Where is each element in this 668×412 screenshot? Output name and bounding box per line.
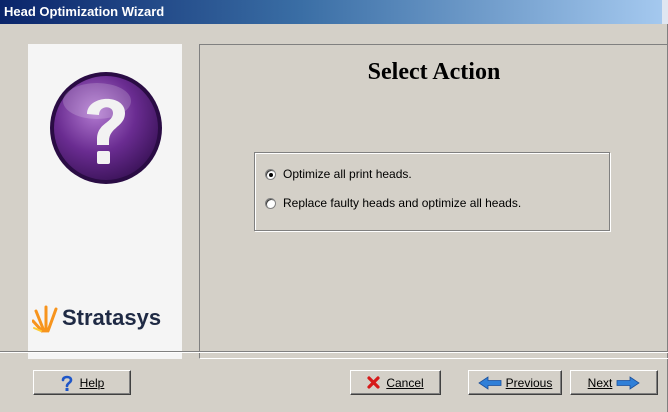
- help-button[interactable]: Help: [33, 370, 131, 395]
- wizard-side-panel: Stratasys: [28, 44, 182, 359]
- option-optimize-all[interactable]: Optimize all print heads.: [265, 167, 412, 181]
- option-replace-faulty[interactable]: Replace faulty heads and optimize all he…: [265, 196, 521, 210]
- next-label: Next: [587, 375, 613, 390]
- radio-optimize-all[interactable]: [265, 168, 276, 180]
- previous-label: Previous: [505, 375, 553, 390]
- brand-name: Stratasys: [62, 305, 162, 330]
- next-button[interactable]: Next: [570, 370, 658, 395]
- stratasys-burst-icon: [32, 305, 58, 333]
- question-icon: [61, 375, 72, 391]
- cancel-button[interactable]: Cancel: [350, 370, 441, 395]
- arrow-right-icon: [616, 375, 641, 390]
- wizard-content-panel: Select Action Optimize all print heads. …: [199, 44, 668, 359]
- stratasys-logo: Stratasys: [32, 298, 182, 338]
- wizard-dialog: Stratasys Select Action Optimize all pri…: [0, 24, 668, 412]
- window-title-bar: Head Optimization Wizard: [0, 0, 668, 24]
- button-bar-separator: [0, 351, 668, 353]
- action-options-group: Optimize all print heads. Replace faulty…: [254, 152, 610, 231]
- cancel-label: Cancel: [386, 375, 424, 390]
- help-label: Help: [79, 375, 105, 390]
- radio-replace-faulty[interactable]: [265, 197, 276, 209]
- option-label: Optimize all print heads.: [283, 167, 412, 181]
- page-title: Select Action: [367, 59, 501, 85]
- previous-button[interactable]: Previous: [468, 370, 562, 395]
- window-title: Head Optimization Wizard: [4, 4, 165, 19]
- arrow-left-icon: [477, 375, 502, 390]
- title-bar-edge: [662, 0, 668, 24]
- question-mark-icon: [50, 72, 162, 184]
- x-icon: [367, 376, 380, 389]
- option-label: Replace faulty heads and optimize all he…: [283, 196, 522, 210]
